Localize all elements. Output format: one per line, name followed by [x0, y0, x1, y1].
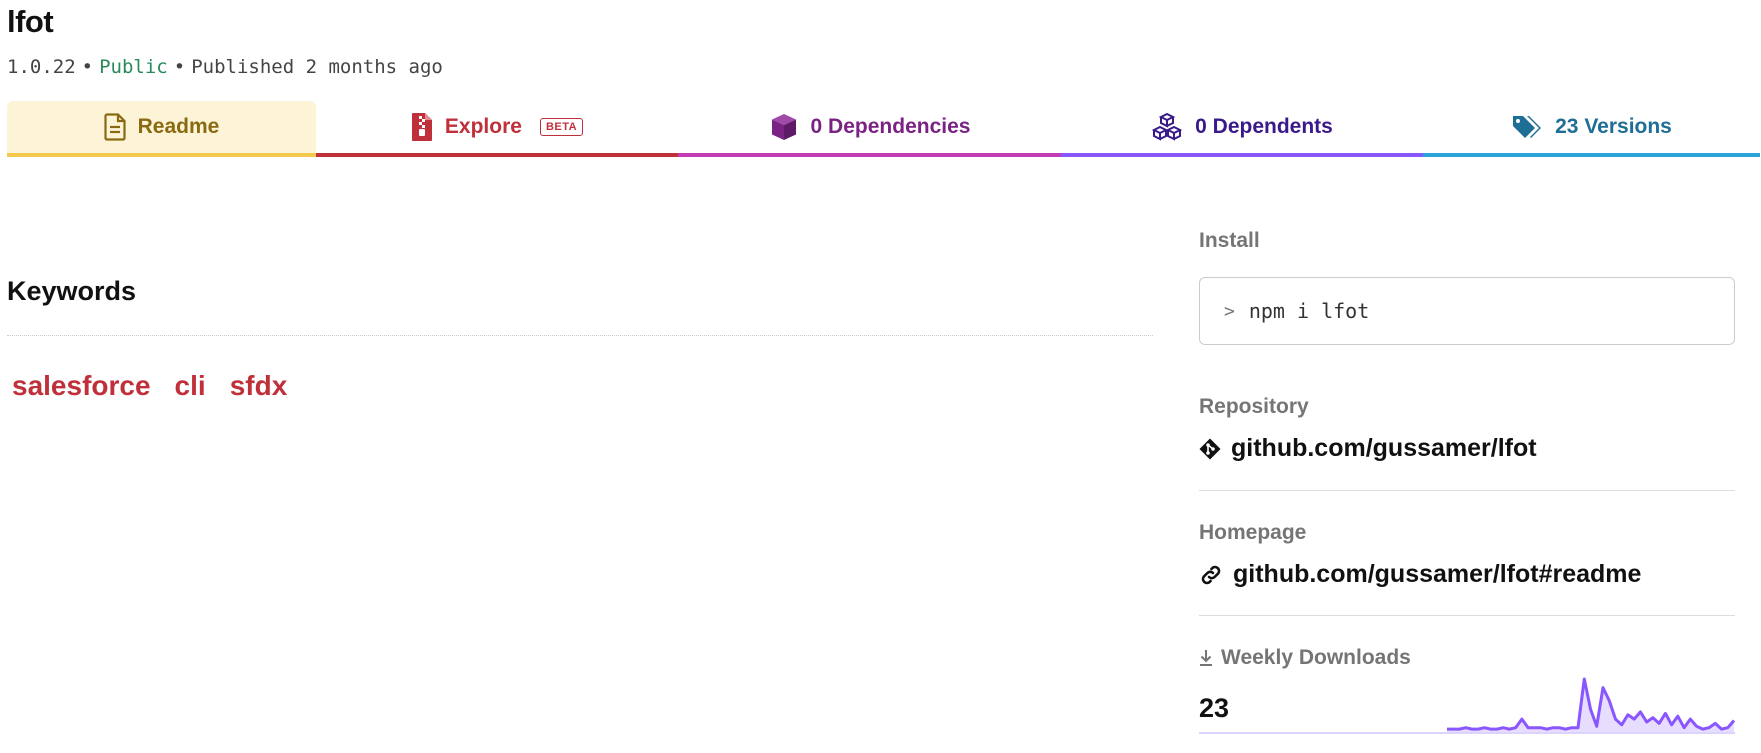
- downloads-sparkline: [1199, 677, 1736, 734]
- divider: [1199, 490, 1735, 491]
- published-date: Published 2 months ago: [191, 56, 443, 78]
- tags-icon: [1511, 114, 1543, 140]
- package-version: 1.0.22: [7, 56, 76, 78]
- visibility-label: Public: [99, 56, 168, 78]
- install-command-box[interactable]: > npm i lfot: [1199, 277, 1735, 345]
- homepage-label: Homepage: [1199, 521, 1307, 544]
- tab-versions[interactable]: 23 Versions: [1423, 101, 1760, 157]
- homepage-url: github.com/gussamer/lfot#readme: [1233, 560, 1642, 588]
- tab-dependencies[interactable]: 0 Dependencies: [678, 101, 1061, 157]
- download-icon: [1199, 649, 1213, 667]
- zip-file-icon: [411, 112, 433, 142]
- box-icon: [769, 112, 799, 142]
- tab-explore-label: Explore: [444, 115, 522, 138]
- tab-versions-label: 23 Versions: [1555, 115, 1672, 138]
- keyword-link[interactable]: cli: [175, 370, 206, 402]
- sparkline-baseline: [1199, 732, 1735, 734]
- tab-readme-label: Readme: [137, 115, 220, 138]
- link-icon: [1199, 563, 1223, 587]
- divider: [7, 335, 1153, 336]
- keyword-link[interactable]: salesforce: [12, 370, 151, 402]
- repository-label: Repository: [1199, 395, 1309, 418]
- keyword-list: salesforce cli sfdx: [12, 370, 287, 402]
- meta-separator: •: [173, 56, 186, 78]
- prompt-icon: >: [1224, 300, 1235, 322]
- divider: [1199, 615, 1735, 616]
- install-command: npm i lfot: [1248, 299, 1370, 323]
- meta-separator: •: [81, 56, 94, 78]
- package-title: lfot: [7, 4, 54, 39]
- beta-badge: BETA: [539, 118, 584, 136]
- repository-url: github.com/gussamer/lfot: [1231, 434, 1537, 462]
- tab-readme[interactable]: Readme: [7, 101, 316, 157]
- package-meta: 1.0.22 • Public • Published 2 months ago: [7, 56, 443, 78]
- boxes-icon: [1151, 112, 1183, 142]
- tab-dependencies-label: 0 Dependencies: [810, 115, 971, 138]
- package-tabs: Readme Explore BETA 0 Dependencies 0 Dep…: [7, 101, 1760, 161]
- tab-explore[interactable]: Explore BETA: [316, 101, 678, 157]
- tab-dependents-label: 0 Dependents: [1195, 115, 1333, 138]
- repository-link[interactable]: github.com/gussamer/lfot: [1199, 434, 1537, 463]
- homepage-link[interactable]: github.com/gussamer/lfot#readme: [1199, 560, 1641, 589]
- install-label: Install: [1199, 229, 1260, 252]
- git-icon: [1199, 438, 1221, 460]
- weekly-downloads-text: Weekly Downloads: [1221, 646, 1411, 669]
- document-icon: [104, 113, 126, 141]
- keywords-heading: Keywords: [7, 276, 137, 306]
- keyword-link[interactable]: sfdx: [230, 370, 288, 402]
- weekly-downloads-label: Weekly Downloads: [1199, 646, 1411, 670]
- tab-dependents[interactable]: 0 Dependents: [1061, 101, 1423, 157]
